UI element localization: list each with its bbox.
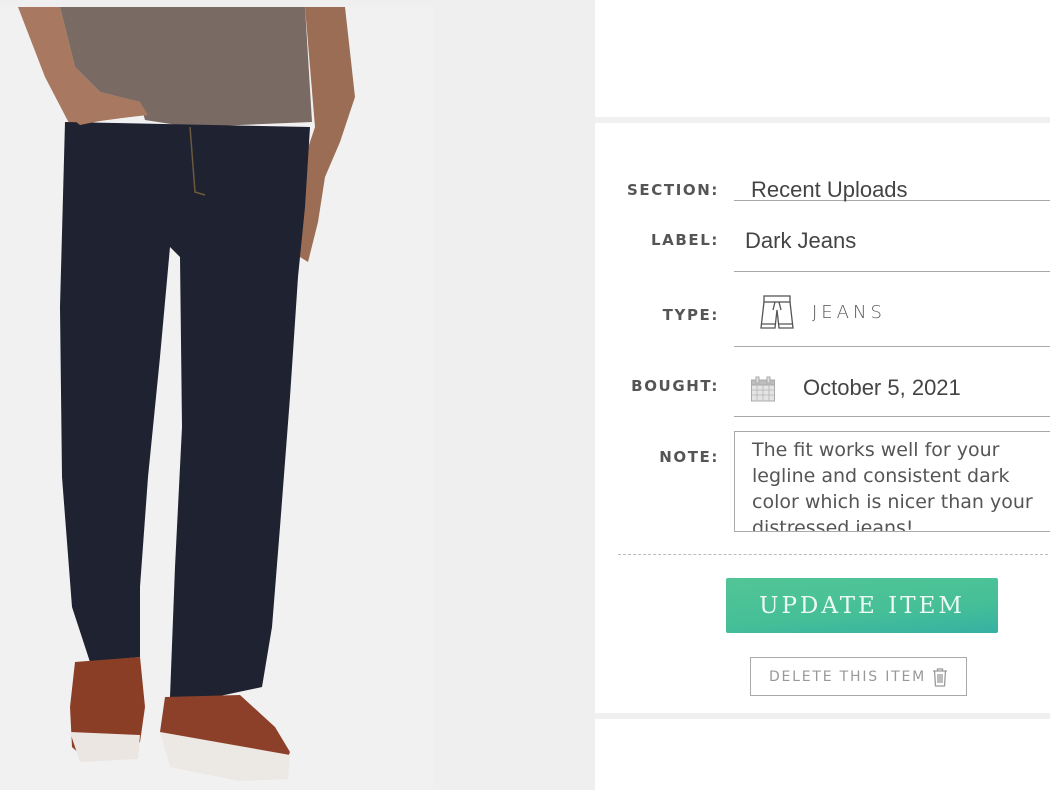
bought-value: October 5, 2021 — [803, 375, 961, 400]
section-label: SECTION: — [627, 181, 719, 199]
delete-item-label: DELETE THIS ITEM — [768, 668, 927, 685]
type-value: JEANS — [812, 302, 886, 323]
note-label: NOTE: — [659, 448, 719, 466]
calendar-icon[interactable] — [750, 376, 776, 402]
item-edit-form: SECTION: Recent Uploads LABEL: Dark Jean… — [595, 123, 1050, 713]
jeans-photo-illustration — [0, 7, 433, 790]
note-textarea[interactable]: The fit works well for your legline and … — [734, 431, 1050, 532]
type-row: TYPE: JEANS — [595, 272, 1050, 347]
pants-icon — [760, 295, 794, 329]
delete-item-button[interactable]: DELETE THIS ITEM — [750, 657, 967, 696]
bought-date-field[interactable]: October 5, 2021 — [734, 347, 1050, 417]
bought-row: BOUGHT: October 5, 2021 — [595, 347, 1050, 417]
label-value: Dark Jeans — [745, 228, 857, 253]
item-photo-area — [0, 0, 595, 790]
type-label: TYPE: — [662, 306, 719, 324]
label-label: LABEL: — [650, 231, 719, 249]
bought-label: BOUGHT: — [631, 377, 719, 395]
panel-top-spacer — [595, 0, 1050, 117]
label-row: LABEL: Dark Jeans — [595, 201, 1050, 272]
jeans — [60, 122, 310, 697]
trash-icon — [933, 667, 948, 687]
label-input[interactable]: Dark Jeans — [734, 201, 1050, 272]
update-item-button[interactable]: UPDATE ITEM — [726, 578, 998, 633]
panel-bottom-spacer — [595, 719, 1050, 790]
section-row: SECTION: Recent Uploads — [595, 143, 1050, 202]
item-photo — [0, 7, 433, 790]
section-value: Recent Uploads — [751, 177, 908, 202]
form-divider — [618, 554, 1048, 555]
note-row: NOTE: The fit works well for your leglin… — [595, 428, 1050, 532]
type-selector[interactable]: JEANS — [734, 272, 1050, 347]
section-field[interactable]: Recent Uploads — [734, 143, 1050, 202]
